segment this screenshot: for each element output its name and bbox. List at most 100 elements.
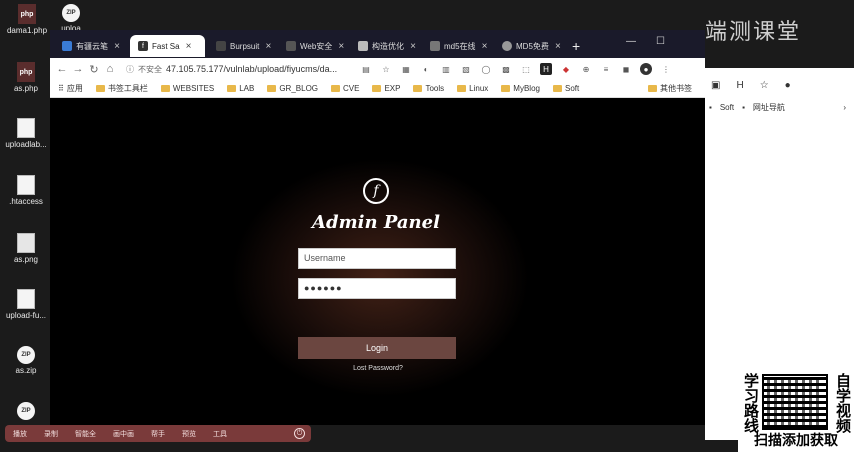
logo-icon: f bbox=[363, 178, 389, 204]
profile-icon[interactable]: ● bbox=[785, 80, 791, 91]
watermark-text: 端测课堂 bbox=[705, 19, 802, 44]
new-tab-button[interactable]: + bbox=[572, 38, 580, 54]
bookmark-label: Soft bbox=[564, 84, 580, 93]
extension-icon[interactable]: ⊕ bbox=[580, 63, 592, 75]
menu-icon[interactable]: ⋮ bbox=[660, 63, 672, 75]
bookmark-icon[interactable]: ▣ bbox=[711, 80, 720, 91]
back-icon[interactable]: ← bbox=[54, 63, 70, 75]
folder-icon bbox=[372, 85, 382, 92]
forward-icon[interactable]: → bbox=[70, 63, 86, 75]
close-icon[interactable]: × bbox=[408, 41, 418, 52]
chevron-right-icon[interactable]: › bbox=[843, 103, 846, 112]
toolbar-item[interactable]: 工具 bbox=[213, 429, 227, 439]
extension-icon[interactable]: ◆ bbox=[560, 63, 572, 75]
lost-password-link[interactable]: Lost Password? bbox=[328, 365, 428, 372]
browser-toolbar: ← → ↻ ⌂ ⓘ 不安全 47.105.75.177/vulnlab/uplo… bbox=[50, 58, 705, 80]
close-icon[interactable]: × bbox=[184, 41, 194, 52]
tab-burpsuite[interactable]: Burpsuit × bbox=[208, 35, 278, 57]
bookmark-folder[interactable]: GR_BLOG bbox=[267, 84, 318, 93]
extension-icon[interactable]: ▩ bbox=[500, 63, 512, 75]
username-input[interactable]: Username bbox=[298, 248, 456, 269]
bookmark-folder[interactable]: Tools bbox=[413, 84, 444, 93]
folder-icon bbox=[227, 85, 237, 92]
hackbar-icon[interactable]: H bbox=[540, 63, 552, 75]
tab-md5-free[interactable]: MD5免费 × bbox=[494, 35, 568, 57]
bookmark-label: 应用 bbox=[66, 84, 83, 93]
close-icon[interactable]: × bbox=[553, 41, 563, 52]
address-bar[interactable]: ⓘ 不安全 47.105.75.177/vulnlab/upload/fiyuc… bbox=[126, 64, 356, 75]
power-icon[interactable]: ⏻ bbox=[294, 428, 305, 439]
url-text[interactable]: 47.105.75.177/vulnlab/upload/fiyucms/da.… bbox=[166, 64, 337, 74]
toolbar-item[interactable]: 画中画 bbox=[113, 429, 134, 439]
bookmark-apps[interactable]: ⠿ 应用 bbox=[58, 83, 83, 94]
tab-construct[interactable]: 构造优化 × bbox=[350, 35, 422, 57]
password-input[interactable]: ●●●●●● bbox=[298, 278, 456, 299]
bookmark-label: GR_BLOG bbox=[279, 84, 319, 93]
extension-icon[interactable]: ◯ bbox=[480, 63, 492, 75]
bookmark-soft[interactable]: Soft bbox=[720, 103, 734, 112]
home-icon[interactable]: ⌂ bbox=[102, 63, 118, 75]
toolbar-item[interactable]: 录制 bbox=[44, 429, 58, 439]
toolbar-item[interactable]: 帮手 bbox=[151, 429, 165, 439]
desktop-icon-as-php[interactable]: php as.php bbox=[0, 62, 52, 93]
bookmark-folder[interactable]: Linux bbox=[457, 84, 488, 93]
close-icon[interactable]: × bbox=[263, 41, 273, 52]
bookmark-folder[interactable]: MyBlog bbox=[501, 84, 540, 93]
tab-label: 有疆云笔 bbox=[76, 41, 108, 51]
tab-strip: 有疆云笔 × f Fast Sa × Burpsuit × Web安全 × 构造… bbox=[50, 30, 705, 58]
extension-icon[interactable]: ◼ bbox=[620, 63, 632, 75]
bookmark-nav[interactable]: 网址导航 bbox=[753, 102, 785, 113]
minimize-button[interactable]: — bbox=[626, 36, 636, 47]
desktop-icon-zip-partial[interactable]: ZIP bbox=[0, 402, 52, 420]
star-icon[interactable]: ☆ bbox=[380, 63, 392, 75]
bookmark-label: 其他书签 bbox=[660, 84, 692, 93]
tab-web-security[interactable]: Web安全 × bbox=[278, 35, 350, 57]
desktop-icon-uploadlab[interactable]: uploadlab... bbox=[0, 118, 52, 149]
desktop-icon-label: .htaccess bbox=[9, 197, 43, 206]
desktop-icon-as-zip[interactable]: ZIP as.zip bbox=[0, 346, 52, 375]
bookmark-folder[interactable]: Soft bbox=[552, 84, 580, 93]
toolbar-item[interactable]: 预览 bbox=[182, 429, 196, 439]
folder-icon bbox=[552, 85, 562, 92]
close-icon[interactable]: × bbox=[336, 41, 346, 52]
toolbar-item[interactable]: 播放 bbox=[13, 429, 27, 439]
recorder-toolbar: 播放 录制 智能全 画中画 帮手 预览 工具 ⏻ bbox=[5, 425, 311, 442]
bookmark-folder[interactable]: LAB bbox=[227, 84, 254, 93]
tab-md5-online[interactable]: md5在线 × bbox=[422, 35, 494, 57]
bookmark-folder[interactable]: WEBSITES bbox=[160, 84, 214, 93]
bookmark-folder[interactable]: 书签工具栏 bbox=[95, 83, 148, 94]
profile-icon[interactable]: ● bbox=[640, 63, 652, 75]
folder-icon bbox=[501, 85, 511, 92]
bookmark-folder[interactable]: CVE bbox=[331, 84, 359, 93]
login-button[interactable]: Login bbox=[298, 337, 456, 359]
bookmark-label: EXP bbox=[384, 84, 401, 93]
desktop-icon-htaccess[interactable]: .htaccess bbox=[0, 175, 52, 206]
tab-label: Fast Sa bbox=[152, 41, 180, 51]
close-icon[interactable]: × bbox=[480, 41, 490, 52]
extension-icon[interactable]: ≡ bbox=[600, 63, 612, 75]
desktop-icon-as-png[interactable]: as.png bbox=[0, 233, 52, 264]
qr-code-icon bbox=[762, 374, 828, 430]
ad-left-text: 学习路线 bbox=[744, 372, 760, 435]
extension-icon[interactable]: ⬚ bbox=[520, 63, 532, 75]
tab-youdao[interactable]: 有疆云笔 × bbox=[54, 35, 126, 57]
desktop-icon-upload-fu[interactable]: upload-fu... bbox=[0, 289, 52, 320]
tab-fast-sa[interactable]: f Fast Sa × bbox=[130, 35, 205, 57]
extension-icon[interactable]: ▦ bbox=[400, 63, 412, 75]
maximize-button[interactable]: ☐ bbox=[656, 36, 665, 47]
translate-icon[interactable]: ▤ bbox=[360, 63, 372, 75]
reload-icon[interactable]: ↻ bbox=[86, 63, 102, 76]
desktop-icon-upload-zip[interactable]: ZIP uploa bbox=[45, 4, 97, 33]
star-icon[interactable]: ☆ bbox=[760, 80, 769, 91]
extension-icon[interactable]: ◐ bbox=[420, 63, 432, 75]
admin-login-page: f Admin Panel Username ●●●●●● Login Lost… bbox=[50, 98, 705, 425]
extension-icon[interactable]: ▧ bbox=[460, 63, 472, 75]
bookmark-other[interactable]: 其他书签 bbox=[648, 83, 692, 94]
close-icon[interactable]: × bbox=[112, 41, 122, 52]
extension-icon[interactable]: ▥ bbox=[440, 63, 452, 75]
bookmark-folder[interactable]: EXP bbox=[372, 84, 400, 93]
zip-icon: ZIP bbox=[17, 402, 35, 420]
desktop-icon-label: upload-fu... bbox=[5, 311, 47, 320]
extension-icon[interactable]: H bbox=[736, 80, 743, 91]
toolbar-item[interactable]: 智能全 bbox=[75, 429, 96, 439]
